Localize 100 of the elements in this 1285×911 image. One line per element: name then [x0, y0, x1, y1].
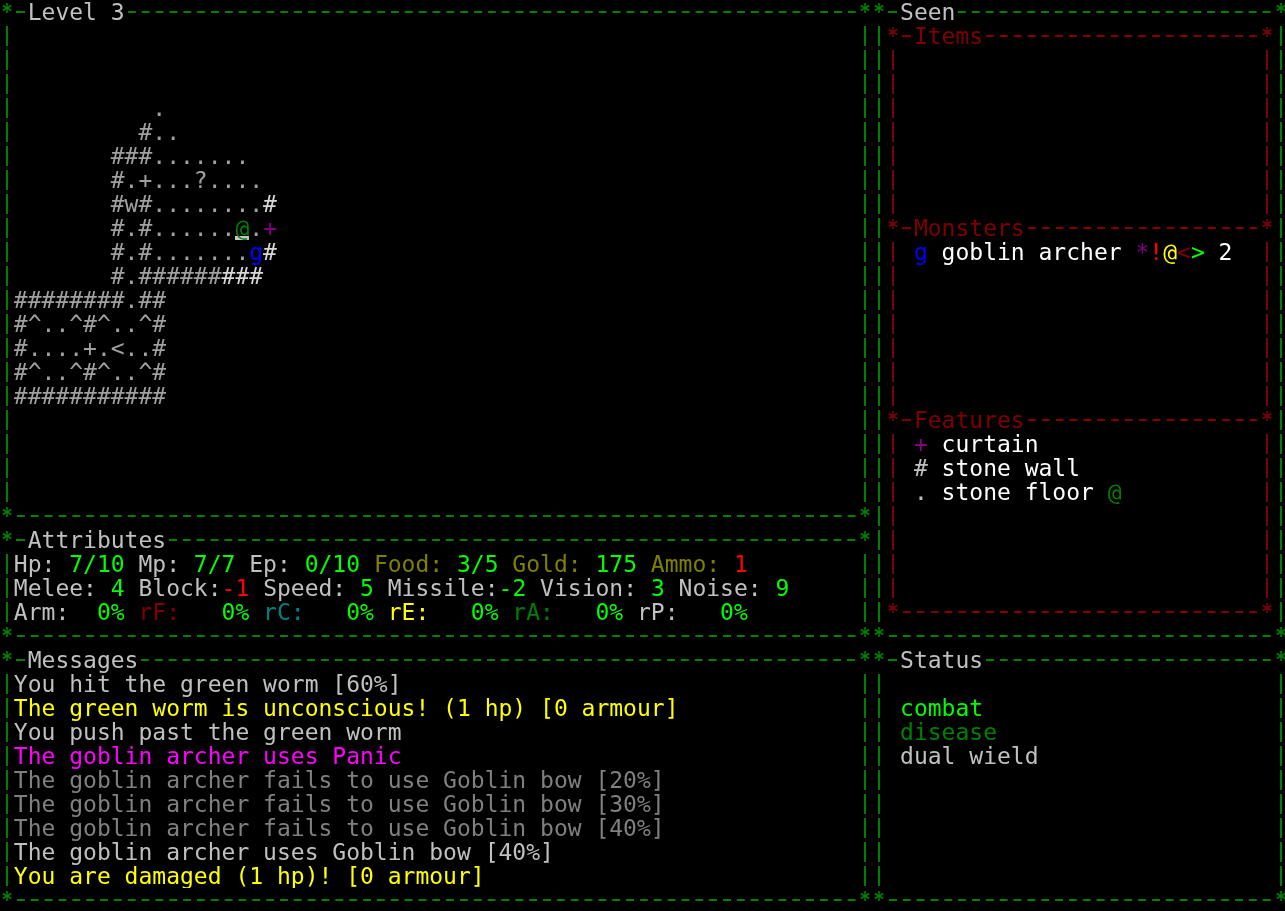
corner-asterisk-icon — [873, 626, 886, 638]
map-tiles: #.+...?.... — [13, 168, 264, 192]
status-effect: combat — [900, 696, 984, 720]
feature-glyph: + — [913, 432, 928, 456]
map-tiles: #.. — [13, 120, 180, 144]
corner-asterisk-icon — [859, 890, 872, 902]
corner-asterisk-icon — [1274, 650, 1285, 662]
corner-asterisk-icon — [873, 890, 886, 902]
corner-asterisk-icon — [887, 26, 900, 38]
corner-asterisk-icon — [1274, 626, 1285, 638]
corner-asterisk-icon — [1261, 602, 1273, 614]
corner-asterisk-icon — [887, 218, 900, 230]
corner-asterisk-icon — [0, 530, 13, 542]
corner-asterisk-icon — [873, 2, 886, 14]
stat-value: -1 — [221, 576, 250, 600]
feature-name: curtain — [941, 432, 1039, 456]
stat-label: rA: — [512, 600, 555, 624]
status-glyph: ! — [1149, 240, 1164, 264]
feature-name: stone wall — [941, 456, 1081, 480]
panel-title: Items — [913, 24, 984, 48]
corner-asterisk-icon — [0, 506, 13, 518]
panel-title: Features — [913, 408, 1025, 432]
monster-count: 2 — [1218, 240, 1233, 264]
corner-asterisk-icon — [859, 650, 872, 662]
map-tiles: #.#....... — [13, 240, 250, 264]
stat-label: Speed: — [263, 576, 348, 600]
stat-label: rF: — [138, 600, 181, 624]
panel-title: Monsters — [913, 216, 1025, 240]
stat-value: 3 — [650, 576, 665, 600]
stat-label: Melee: — [13, 576, 98, 600]
map-tiles: + — [263, 216, 277, 240]
stat-label: Ammo: — [650, 552, 722, 576]
corner-asterisk-icon — [859, 626, 872, 638]
stat-value: 9 — [775, 576, 790, 600]
status-glyph: @ — [1163, 240, 1178, 264]
map-tiles: ########.## — [13, 288, 167, 312]
corner-asterisk-icon — [873, 650, 886, 662]
stat-value: 4 — [110, 576, 125, 600]
status-glyph: > — [1190, 240, 1205, 264]
stat-value: 1 — [733, 552, 748, 576]
corner-asterisk-icon — [1274, 890, 1285, 902]
corner-asterisk-icon — [1261, 218, 1273, 230]
monster-name: goblin archer — [941, 240, 1122, 264]
stat-value: 0/10 — [304, 552, 361, 576]
stat-label: Ep: — [249, 552, 292, 576]
stat-label: Block: — [138, 576, 222, 600]
map-tiles: #....+.<..# — [13, 336, 167, 360]
panel-title: Level 3 — [27, 0, 125, 24]
feature-glyph: . — [913, 480, 928, 504]
panel-title: Seen — [900, 0, 956, 24]
stat-label: Gold: — [512, 552, 583, 576]
stat-value: -2 — [498, 576, 527, 600]
map-tiles: ###....... — [13, 144, 250, 168]
corner-asterisk-icon — [859, 2, 872, 14]
corner-asterisk-icon — [859, 506, 872, 518]
stat-label: Arm: — [13, 600, 71, 624]
map-tiles: #.#...... — [13, 216, 236, 240]
stat-value: 175 — [595, 552, 637, 576]
map-tiles: #.###### — [13, 264, 222, 288]
stat-label: Noise: — [678, 576, 763, 600]
map-tiles: . — [249, 216, 264, 240]
stat-value: 0% — [96, 600, 125, 624]
corner-asterisk-icon — [887, 410, 900, 422]
feature-name: stone floor — [941, 480, 1094, 504]
corner-asterisk-icon — [1274, 2, 1285, 14]
map-tiles: ### — [221, 264, 264, 288]
stat-label: Food: — [373, 552, 445, 576]
stat-label: rE: — [387, 600, 431, 624]
status-glyph: * — [1135, 240, 1150, 264]
stat-label: Vision: — [540, 576, 639, 600]
monster-glyph: g — [913, 240, 928, 264]
map-tiles: #w#........ — [13, 192, 264, 216]
map-tiles: ########### — [13, 384, 167, 408]
corner-asterisk-icon — [859, 530, 872, 542]
stat-label: rC: — [263, 600, 305, 624]
corner-asterisk-icon — [887, 602, 900, 614]
panel-title: Status — [900, 648, 984, 672]
status-effect: dual wield — [900, 744, 1039, 768]
stat-label: Missile: — [387, 576, 499, 600]
map-tiles: # — [263, 192, 277, 216]
corner-asterisk-icon — [0, 2, 13, 14]
status-glyph: < — [1177, 240, 1191, 264]
stat-value: 0% — [595, 600, 624, 624]
stat-value: 5 — [360, 576, 374, 600]
stat-label: rP: — [636, 600, 680, 624]
map-tiles: #^..^#^..^# — [13, 312, 167, 336]
corner-asterisk-icon — [0, 650, 13, 662]
stat-value: 0% — [346, 600, 374, 624]
corner-asterisk-icon — [0, 626, 13, 638]
stat-value: 3/5 — [456, 552, 499, 576]
stat-value: 7/7 — [193, 552, 236, 576]
corner-asterisk-icon — [0, 890, 13, 902]
panel-title: Attributes — [27, 528, 167, 552]
stat-value: 0% — [720, 600, 748, 624]
map-tiles: g — [249, 240, 264, 264]
feature-glyph: # — [913, 456, 928, 480]
map-tiles: #^..^#^..^# — [13, 360, 167, 384]
stat-value: 7/10 — [69, 552, 125, 576]
status-effect: disease — [900, 720, 997, 744]
corner-asterisk-icon — [1261, 410, 1273, 422]
